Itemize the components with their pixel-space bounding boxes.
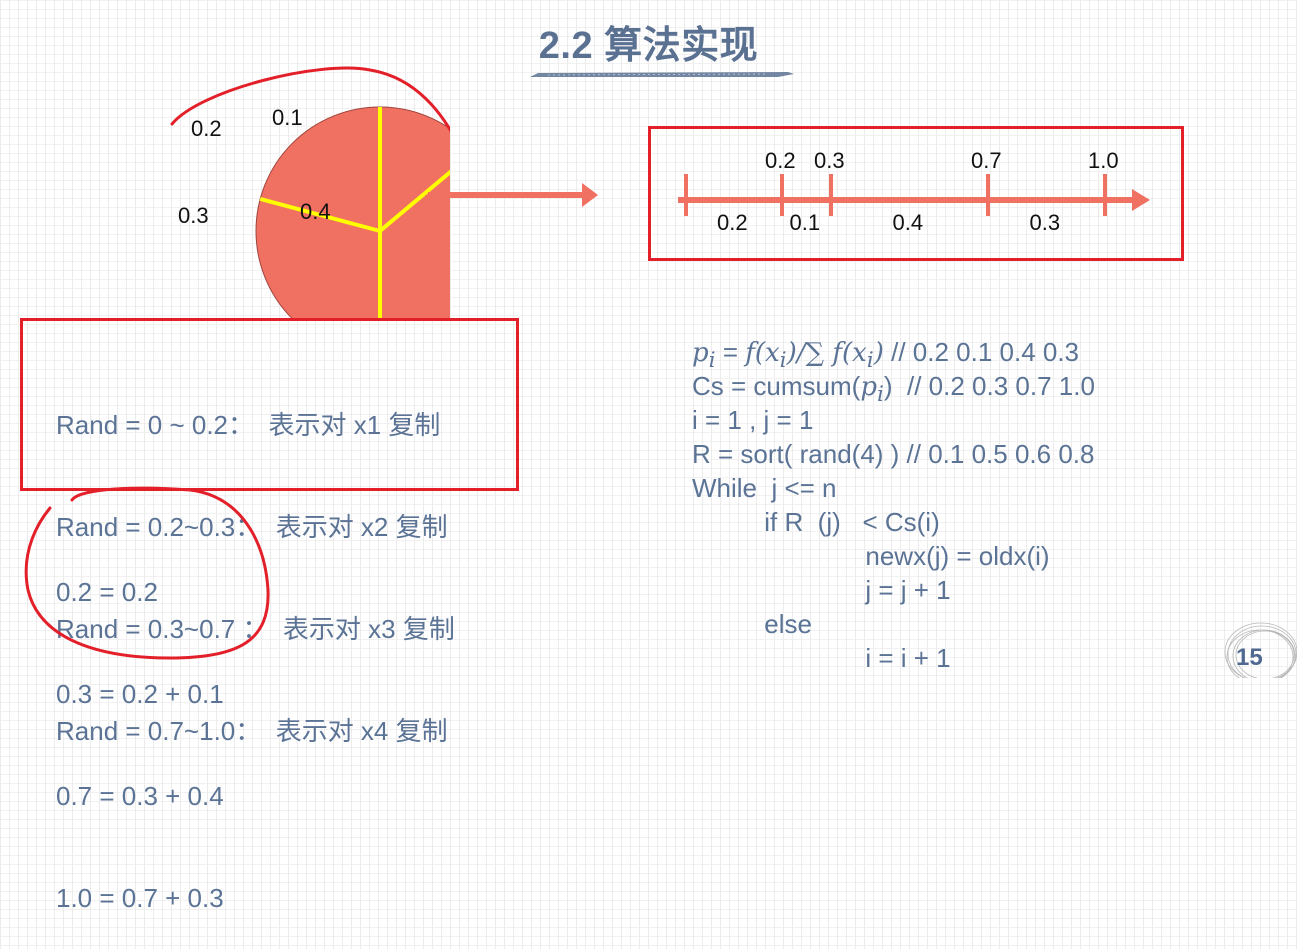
pie-slices bbox=[256, 107, 450, 320]
algorithm-pseudocode: pi = f(xi)/∑ f(xi) // 0.2 0.1 0.4 0.3 Cs… bbox=[692, 335, 1095, 675]
pie-label-0.4: 0.4 bbox=[300, 199, 331, 224]
segment-label: 0.2 bbox=[717, 210, 748, 235]
algo-line-probability: pi = f(xi)/∑ f(xi) // 0.2 0.1 0.4 0.3 bbox=[692, 337, 1080, 374]
algo-line: else bbox=[692, 609, 812, 639]
tick-mark bbox=[1103, 174, 1107, 216]
cumulative-number-line bbox=[678, 174, 1150, 216]
algo-line: R = sort( rand(4) ) // 0.1 0.5 0.6 0.8 bbox=[692, 439, 1095, 469]
cumulative-label: 0.2 bbox=[765, 148, 796, 173]
equation: 0.3 = 0.2 + 0.1 bbox=[56, 679, 224, 709]
pie-label-0.1: 0.1 bbox=[272, 105, 303, 130]
tick-mark bbox=[780, 174, 784, 216]
title-brush-underline bbox=[530, 72, 794, 77]
axis-line bbox=[678, 197, 1138, 203]
equation: 0.7 = 0.3 + 0.4 bbox=[56, 781, 224, 811]
tick-mark bbox=[986, 174, 990, 216]
rand-rule: Rand = 0 ~ 0.2： 表示对 x1 复制 bbox=[56, 410, 441, 440]
algo-line: if R (j) < Cs(i) bbox=[692, 507, 940, 537]
tick-mark bbox=[684, 174, 688, 216]
cumulative-label: 0.3 bbox=[814, 148, 845, 173]
tick-mark bbox=[829, 174, 833, 216]
cumsum-equations: 0.2 = 0.2 0.3 = 0.2 + 0.1 0.7 = 0.3 + 0.… bbox=[56, 507, 224, 949]
pie-label-0.2: 0.2 bbox=[191, 116, 222, 141]
equation: 1.0 = 0.7 + 0.3 bbox=[56, 883, 224, 913]
axis-arrow-head-icon bbox=[1132, 189, 1150, 211]
segment-label: 0.3 bbox=[1029, 210, 1061, 235]
algo-line: newx(j) = oldx(i) bbox=[692, 541, 1050, 571]
cumulative-label: 0.7 bbox=[971, 148, 1002, 173]
segment-label: 0.1 bbox=[789, 210, 821, 235]
pie-label-0.3: 0.3 bbox=[178, 203, 209, 228]
cumulative-label: 1.0 bbox=[1088, 148, 1119, 173]
algo-line-cumsum: Cs = cumsum(pi) // 0.2 0.3 0.7 1.0 bbox=[692, 371, 1095, 408]
algo-line: i = 1 , j = 1 bbox=[692, 405, 814, 435]
transform-arrow-icon bbox=[428, 183, 598, 207]
algo-line: j = j + 1 bbox=[692, 575, 951, 605]
segment-label: 0.4 bbox=[892, 210, 924, 235]
probability-pie-diagram bbox=[170, 66, 450, 320]
algo-line: While j <= n bbox=[692, 473, 837, 503]
page-number: 15 bbox=[1236, 644, 1263, 671]
equation: 0.2 = 0.2 bbox=[56, 577, 158, 607]
algo-line: i = i + 1 bbox=[692, 643, 951, 673]
